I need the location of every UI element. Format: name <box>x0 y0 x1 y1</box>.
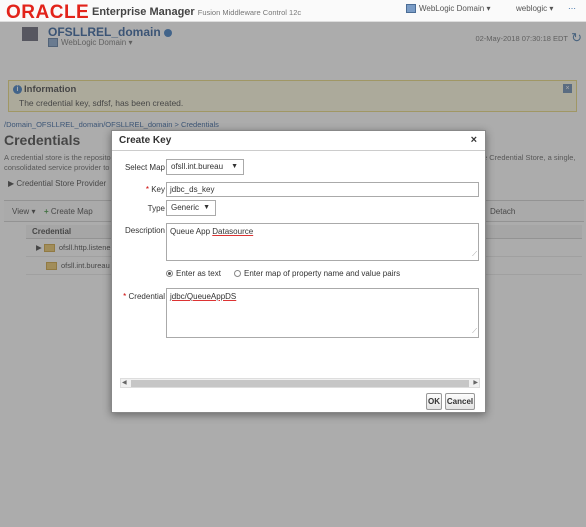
horizontal-scrollbar[interactable]: ◀ ▶ <box>120 378 480 388</box>
scroll-left-icon[interactable]: ◀ <box>122 379 127 386</box>
key-label-text: Key <box>151 185 165 194</box>
scroll-right-icon[interactable]: ▶ <box>473 379 478 386</box>
enter-as-text-radio[interactable]: Enter as text <box>166 269 221 278</box>
scrollbar-thumb[interactable] <box>131 380 469 387</box>
chevron-down-icon: ▾ <box>549 4 554 13</box>
required-icon: * <box>145 185 149 194</box>
type-value: Generic <box>171 203 200 212</box>
dialog-divider <box>112 150 485 151</box>
key-input[interactable]: jdbc_ds_key <box>166 182 479 197</box>
resize-handle-icon[interactable]: ⟋ <box>472 251 477 259</box>
product-title: Enterprise Manager Fusion Middleware Con… <box>92 6 301 18</box>
select-map-dropdown[interactable]: ofsll.int.bureau ▼ <box>166 159 244 175</box>
description-text: Queue App <box>170 227 213 236</box>
domain-menu-label: WebLogic Domain <box>419 4 485 13</box>
product-subtitle: Fusion Middleware Control 12c <box>197 8 302 17</box>
radio-text-label: Enter as text <box>176 269 221 278</box>
description-text-underlined: Datasource <box>212 227 254 236</box>
ok-button[interactable]: OK <box>426 393 442 410</box>
type-label: Type <box>147 204 165 213</box>
user-menu-label: weblogic <box>516 4 548 13</box>
domain-icon <box>406 4 416 14</box>
weblogic-domain-menu[interactable]: WebLogic Domain ▾ <box>406 4 491 14</box>
enter-map-radio[interactable]: Enter map of property name and value pai… <box>234 269 400 278</box>
type-dropdown[interactable]: Generic ▼ <box>166 200 216 216</box>
select-map-label: Select Map <box>124 163 165 172</box>
radio-map-label: Enter map of property name and value pai… <box>244 269 401 278</box>
oracle-logo: ORACLE <box>6 2 90 23</box>
user-menu[interactable]: weblogic ▾ <box>516 4 553 13</box>
radio-selected-icon <box>166 270 173 278</box>
dialog-title: Create Key <box>119 135 172 146</box>
required-icon: * <box>123 292 127 301</box>
resize-handle-icon[interactable]: ⟋ <box>472 328 477 336</box>
credential-label-text: Credential <box>128 292 165 301</box>
credential-text: jdbc/QueueAppDS <box>170 292 237 301</box>
dropdown-arrow-icon: ▼ <box>231 163 238 170</box>
product-name: Enterprise Manager <box>92 6 195 18</box>
credential-textarea[interactable]: jdbc/QueueAppDS ⟋ <box>166 288 479 338</box>
description-textarea[interactable]: Queue App Datasource ⟋ <box>166 223 479 261</box>
dropdown-arrow-icon: ▼ <box>203 204 210 211</box>
chevron-down-icon: ▾ <box>486 4 491 13</box>
key-label: * Key <box>112 185 165 194</box>
radio-unselected-icon <box>234 270 241 278</box>
more-menu-icon[interactable]: ⋯ <box>568 4 576 13</box>
description-label: Description <box>124 226 165 235</box>
credential-label: * Credential <box>112 292 165 301</box>
cancel-button[interactable]: Cancel <box>445 393 475 410</box>
top-bar: ORACLE Enterprise Manager Fusion Middlew… <box>0 0 586 23</box>
close-icon[interactable]: × <box>471 134 477 146</box>
create-key-dialog: Create Key × Select Map ofsll.int.bureau… <box>111 130 486 413</box>
select-map-value: ofsll.int.bureau <box>171 162 224 171</box>
